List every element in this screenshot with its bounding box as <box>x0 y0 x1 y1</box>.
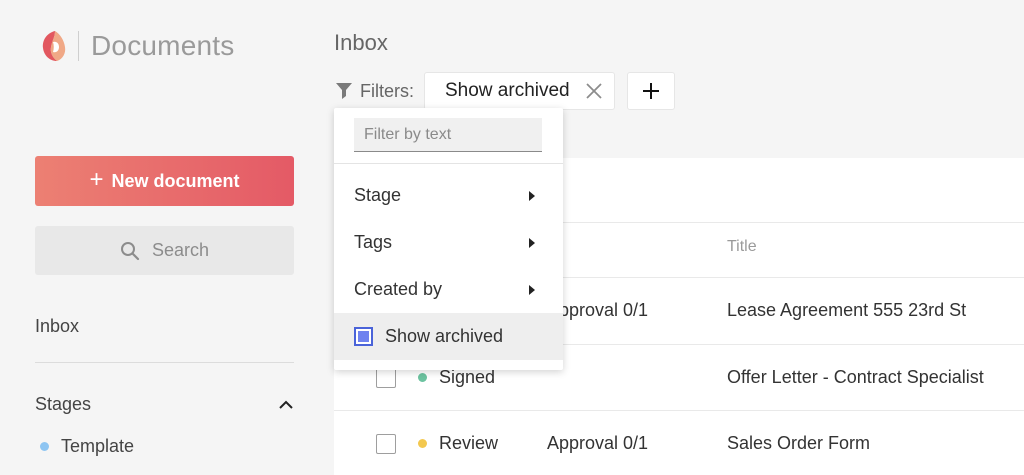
stage-cell: Signed <box>418 367 495 388</box>
search-button[interactable]: Search <box>35 226 294 275</box>
menu-item-label: Created by <box>354 279 443 299</box>
app-title: Documents <box>91 30 235 61</box>
new-document-label: New document <box>111 170 240 191</box>
filter-funnel-icon <box>336 83 352 99</box>
show-archived-checkbox[interactable] <box>354 327 373 346</box>
add-filter-button[interactable] <box>626 72 675 110</box>
menu-item-label: Show archived <box>385 326 504 346</box>
filter-chip-label: Show archived <box>445 80 570 101</box>
table-row[interactable]: Review Approval 0/1 Sales Order Form <box>334 411 1024 475</box>
sidebar-item-inbox[interactable]: Inbox <box>35 316 79 337</box>
row-checkbox[interactable] <box>376 434 396 454</box>
new-document-button[interactable]: + New document <box>35 156 294 206</box>
plus-icon <box>642 83 659 99</box>
title-cell[interactable]: Lease Agreement 555 23rd St <box>727 300 966 321</box>
column-header-title: Title <box>727 238 757 255</box>
filters-bar: Filters: Show archived <box>336 72 675 110</box>
sidebar-stage-template[interactable]: Template <box>40 436 134 457</box>
filters-button[interactable]: Filters: <box>336 81 414 102</box>
stage-color-dot <box>40 442 49 451</box>
caret-right-icon <box>529 284 535 295</box>
menu-item-created-by[interactable]: Created by <box>334 266 563 313</box>
sidebar-divider <box>35 362 294 363</box>
stage-label: Review <box>439 433 499 453</box>
row-checkbox[interactable] <box>376 368 396 388</box>
menu-item-label: Stage <box>354 185 402 205</box>
menu-item-tags[interactable]: Tags <box>334 219 563 266</box>
title-cell[interactable]: Offer Letter - Contract Specialist <box>727 367 984 388</box>
sidebar: Documents + New document Search Inbox St… <box>0 0 332 475</box>
stage-cell: Review <box>418 433 498 454</box>
brand: Documents <box>40 28 234 64</box>
menu-item-show-archived[interactable]: Show archived <box>334 313 563 360</box>
caret-right-icon <box>529 237 535 248</box>
filter-menu: Stage Tags Created by Show archived <box>334 108 563 370</box>
search-label: Search <box>151 240 210 260</box>
menu-item-label: Tags <box>354 232 393 252</box>
stage-label: Template <box>61 436 135 456</box>
stage-color-dot <box>418 373 427 382</box>
search-icon <box>120 241 140 260</box>
checkbox-checked-icon <box>358 331 369 342</box>
stage-color-dot <box>418 439 427 448</box>
stages-heading: Stages <box>35 394 92 414</box>
stages-section-toggle[interactable]: Stages <box>35 394 294 415</box>
app-logo-icon <box>42 31 66 61</box>
close-icon[interactable] <box>584 81 604 101</box>
approval-cell: Approval 0/1 <box>547 433 649 453</box>
caret-right-icon <box>529 190 535 201</box>
stage-label: Signed <box>439 367 496 387</box>
brand-divider <box>78 31 79 61</box>
chevron-up-icon <box>279 400 293 409</box>
menu-divider <box>334 163 563 164</box>
menu-item-stage[interactable]: Stage <box>334 172 563 219</box>
filter-text-input[interactable] <box>354 118 542 152</box>
title-cell[interactable]: Sales Order Form <box>727 433 870 454</box>
page-title: Inbox <box>334 30 388 55</box>
filter-chip-show-archived: Show archived <box>424 72 615 110</box>
filters-label: Filters: <box>360 80 414 101</box>
plus-icon: + <box>89 166 104 193</box>
